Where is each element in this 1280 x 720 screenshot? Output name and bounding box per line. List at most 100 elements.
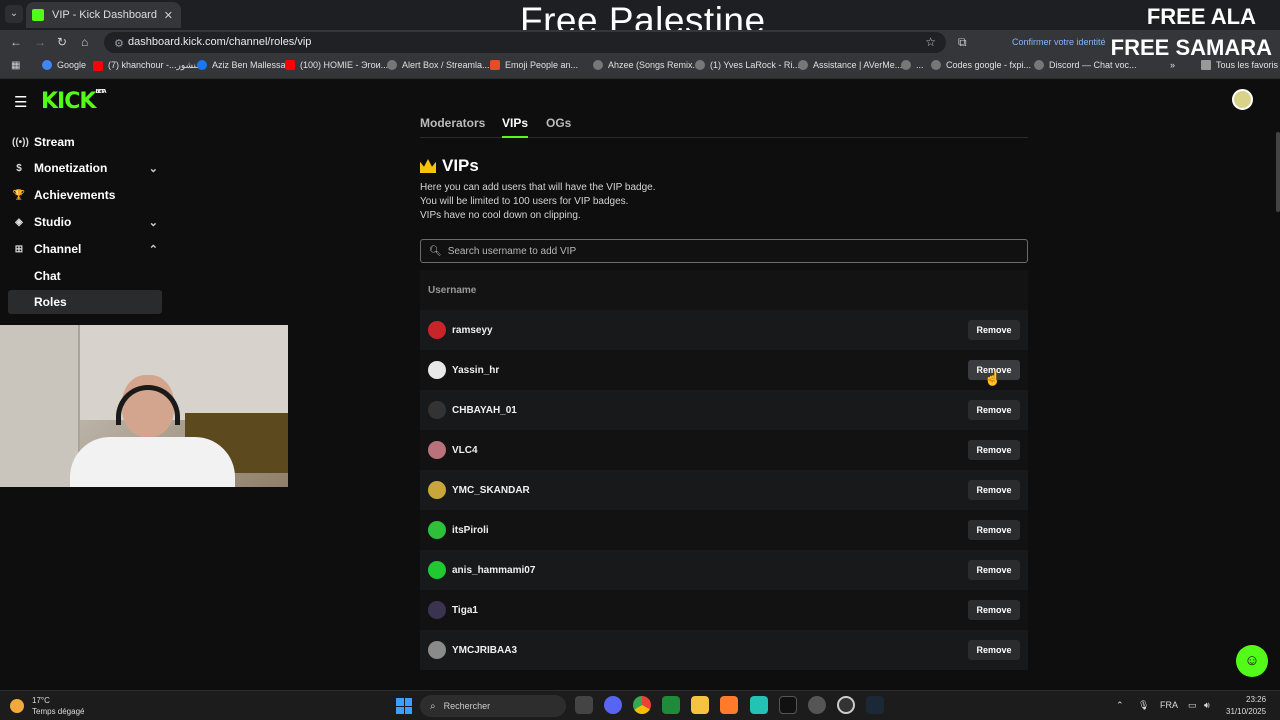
moon-icon xyxy=(10,699,24,713)
sidebar-item-achievements[interactable]: 🏆 Achievements xyxy=(8,183,162,207)
all-bookmarks[interactable]: Tous les favoris xyxy=(1201,60,1278,70)
more-bookmarks-icon[interactable]: » xyxy=(1170,60,1175,70)
tab-ogs[interactable]: OGs xyxy=(546,116,571,130)
bookmark-item[interactable]: Codes google - fxpi... xyxy=(931,60,1031,70)
app-icon[interactable] xyxy=(662,696,680,714)
url-text: dashboard.kick.com/channel/roles/vip xyxy=(128,36,312,48)
tab-menu-icon[interactable]: ⌄ xyxy=(5,5,23,23)
remove-button[interactable]: Remove xyxy=(968,440,1020,460)
tab-moderators[interactable]: Moderators xyxy=(420,116,485,130)
extensions-icon[interactable]: ⧉ xyxy=(958,35,967,50)
confirm-identity-text[interactable]: Confirmer votre identité xyxy=(1012,37,1106,47)
username: YMCJRIBAA3 xyxy=(452,644,518,656)
mouse-cursor-icon: ☝ xyxy=(984,370,1002,386)
reload-icon[interactable]: ↻ xyxy=(57,35,67,49)
tray-chevron-icon[interactable]: ⌃ xyxy=(1116,700,1124,711)
avatar xyxy=(428,481,446,499)
browser-tab[interactable]: VIP - Kick Dashboard ✕ xyxy=(26,2,181,28)
bookmark-item[interactable]: Alert Box / Streamla... xyxy=(387,60,490,70)
taskbar-search[interactable]: ⌕ Rechercher xyxy=(420,695,566,717)
page-scrollbar[interactable] xyxy=(1276,132,1280,212)
vip-search[interactable]: 🔍︎ xyxy=(420,239,1028,263)
sidebar-subitem-chat[interactable]: Chat xyxy=(8,264,162,288)
url-field[interactable]: ⚙ dashboard.kick.com/channel/roles/vip ☆ xyxy=(104,32,946,53)
html-icon xyxy=(490,60,500,70)
site-info-icon[interactable]: ⚙ xyxy=(114,37,124,50)
broadcast-icon: ((•)) xyxy=(12,136,29,148)
hamburger-menu-icon[interactable]: ☰ xyxy=(14,93,27,111)
kick-favicon-icon xyxy=(32,9,44,21)
sidebar-item-monetization[interactable]: $ Monetization ⌄ xyxy=(8,156,162,180)
vip-description: Here you can add users that will have th… xyxy=(420,182,656,221)
tab-vips[interactable]: VIPs xyxy=(502,116,529,138)
table-header: Username xyxy=(420,270,1028,310)
close-tab-icon[interactable]: ✕ xyxy=(164,9,173,22)
forward-icon[interactable]: → xyxy=(34,35,46,49)
remove-button[interactable]: Remove xyxy=(968,480,1020,500)
task-view-icon[interactable] xyxy=(575,696,593,714)
remove-button[interactable]: Remove xyxy=(968,640,1020,660)
bookmark-item[interactable]: (100) HOMIE - Эгои... xyxy=(285,60,388,70)
username: anis_hammami07 xyxy=(452,564,536,576)
weather-widget[interactable]: 17°C Temps dégagé xyxy=(10,695,84,717)
table-row: Tiga1 Remove xyxy=(420,590,1028,630)
table-row: anis_hammami07 Remove xyxy=(420,550,1028,590)
app-icon[interactable] xyxy=(779,696,797,714)
remove-button[interactable]: Remove xyxy=(968,520,1020,540)
microphone-icon[interactable]: 🎙︎ xyxy=(1138,700,1149,711)
system-clock[interactable]: 23:26 31/10/2025 xyxy=(1226,694,1266,718)
chrome-icon[interactable] xyxy=(633,696,651,714)
obs-icon[interactable] xyxy=(808,696,826,714)
bookmark-item[interactable]: ... xyxy=(901,60,924,70)
folder-icon xyxy=(1201,60,1211,70)
sidebar-item-stream[interactable]: ((•)) Stream xyxy=(8,130,162,154)
kick-logo[interactable]: KICKBETA xyxy=(41,89,107,114)
remove-button[interactable]: Remove xyxy=(968,600,1020,620)
studio-icon: ◈ xyxy=(15,216,23,228)
media-player-icon[interactable] xyxy=(837,696,855,714)
file-explorer-icon[interactable] xyxy=(691,696,709,714)
steam-icon[interactable] xyxy=(866,696,884,714)
app-icon[interactable] xyxy=(750,696,768,714)
webcam-overlay xyxy=(0,325,288,487)
windows-start-icon[interactable] xyxy=(396,698,412,714)
page-title: VIPs xyxy=(442,156,479,175)
bookmark-star-icon[interactable]: ☆ xyxy=(925,35,936,49)
volume-icon[interactable]: 🔊︎ xyxy=(1204,700,1210,711)
app-icon[interactable] xyxy=(720,696,738,714)
globe-icon xyxy=(931,60,941,70)
remove-button[interactable]: Remove xyxy=(968,560,1020,580)
table-row: ramseyy Remove xyxy=(420,310,1028,350)
chevron-down-icon: ⌄ xyxy=(148,162,158,175)
sidebar-subitem-roles[interactable]: Roles xyxy=(8,290,162,314)
weather-text: Temps dégagé xyxy=(32,707,85,716)
monitor-icon[interactable]: ▭ xyxy=(1188,700,1197,711)
back-icon[interactable]: ← xyxy=(10,35,22,49)
table-row: YMCJRIBAA3 Remove xyxy=(420,630,1028,670)
bookmark-item[interactable]: Assistance | AVerMe... xyxy=(798,60,902,70)
user-avatar[interactable] xyxy=(1232,89,1253,110)
sidebar-item-channel[interactable]: ⊞ Channel ⌃ xyxy=(8,237,162,261)
apps-grid-icon[interactable]: ▦ xyxy=(11,60,20,71)
sidebar-item-studio[interactable]: ◈ Studio ⌄ xyxy=(8,210,162,234)
bookmark-item[interactable]: Discord — Chat voc... xyxy=(1034,60,1137,70)
language-indicator[interactable]: FRA xyxy=(1160,700,1178,710)
avatar xyxy=(428,561,446,579)
remove-button[interactable]: Remove xyxy=(968,400,1020,420)
bookmarks-bar: ▦ Google (7) khanchour -...خنشور Aziz Be… xyxy=(0,55,1280,79)
youtube-icon xyxy=(93,60,103,71)
table-row: VLC4 Remove xyxy=(420,430,1028,470)
bookmark-item[interactable]: (1) Yves LaRock - Ri... xyxy=(695,60,800,70)
search-input[interactable] xyxy=(447,245,1008,257)
username: Tiga1 xyxy=(452,604,478,616)
bookmark-item[interactable]: Aziz Ben Mallessa xyxy=(197,60,286,70)
avatar xyxy=(428,361,446,379)
remove-button[interactable]: Remove xyxy=(968,320,1020,340)
discord-icon[interactable] xyxy=(604,696,622,714)
bookmark-item[interactable]: Google xyxy=(42,60,86,70)
bookmark-item[interactable]: Emoji People an... xyxy=(490,60,578,70)
home-icon[interactable]: ⌂ xyxy=(81,35,88,49)
bookmark-item[interactable]: (7) khanchour -...خنشور xyxy=(93,60,202,71)
support-chat-icon[interactable]: ☺ xyxy=(1236,645,1268,677)
bookmark-item[interactable]: Ahzee (Songs Remix... xyxy=(593,60,700,70)
